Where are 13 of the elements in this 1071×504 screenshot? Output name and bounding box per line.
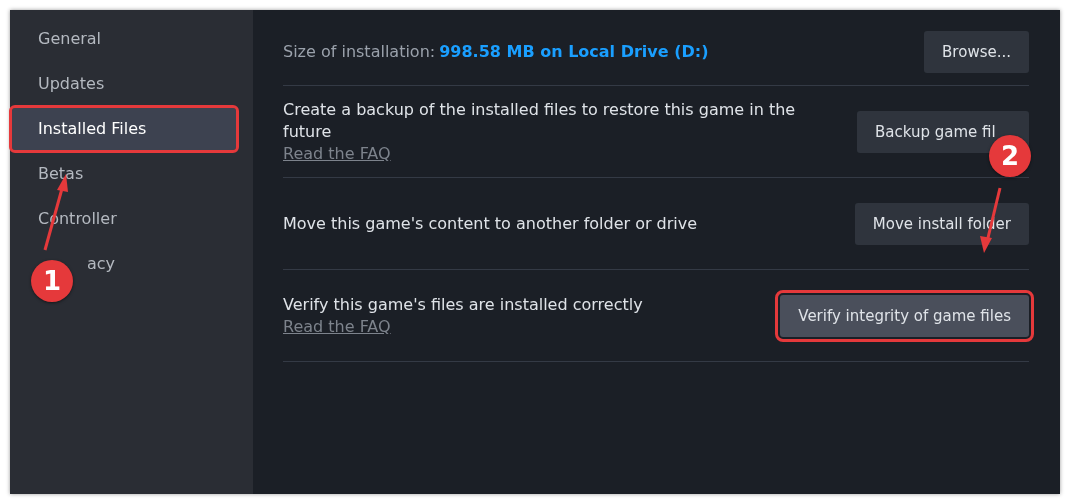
setting-description: Verify this game's files are installed correctly [283,293,643,316]
browse-button[interactable]: Browse... [924,30,1029,73]
size-value: 998.58 MB on Local Drive (D:) [439,42,709,61]
faq-link[interactable]: Read the FAQ [283,142,391,165]
setting-description: Move this game's content to another folder or drive [283,212,698,235]
setting-description: Create a backup of the installed files to restore this game in the future [283,98,797,143]
sidebar-item[interactable]: Installed Files [12,108,236,150]
size-label: Size of installation: [283,42,436,61]
sidebar-item[interactable]: Updates [12,63,236,105]
faq-link[interactable]: Read the FAQ [283,315,391,338]
sidebar-item[interactable]: General [12,18,236,60]
sidebar-item[interactable]: acy [83,243,236,285]
sidebar-item[interactable]: Betas [12,153,236,195]
